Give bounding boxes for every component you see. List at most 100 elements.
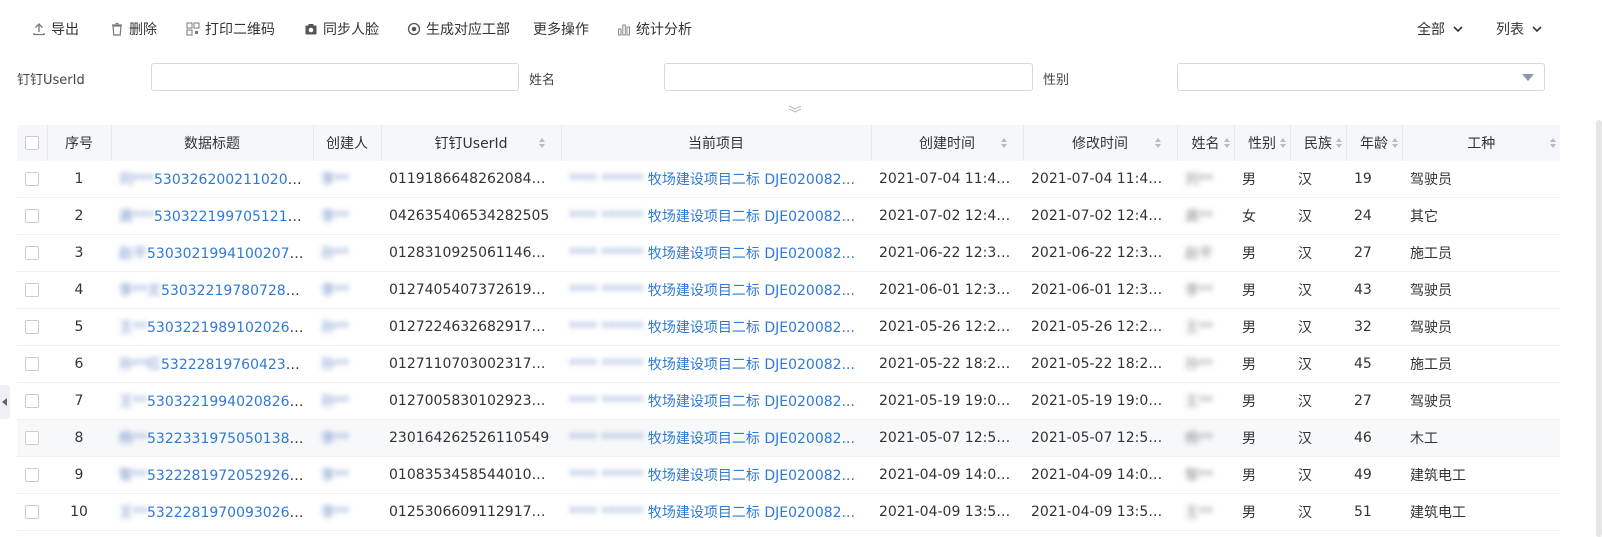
row-title-link[interactable]: 黎**532228197205292612 — [111, 456, 313, 494]
project-prefix-redacted: **** ****** — [569, 172, 644, 188]
col-trade-header[interactable]: 工种 — [1402, 125, 1560, 161]
row-title-link[interactable]: 刘***530326200211020336 — [111, 161, 313, 198]
row-title-link[interactable]: 赵平530302199410020754 — [111, 234, 313, 272]
row-creator[interactable]: 李** — [313, 271, 381, 309]
row-checkbox-cell[interactable] — [17, 271, 47, 309]
row-checkbox[interactable] — [25, 320, 39, 334]
row-creator[interactable]: 李** — [313, 493, 381, 531]
sort-icon[interactable] — [1391, 138, 1398, 148]
row-name: 王** — [1177, 493, 1234, 531]
row-userid: 01271107030023173484 — [381, 345, 561, 383]
row-modified: 2021-04-09 13:52:15 — [1023, 493, 1177, 531]
row-title-link[interactable]: 杨**532233197505013815 — [111, 419, 313, 457]
row-creator[interactable]: 李** — [313, 456, 381, 494]
row-checkbox-cell[interactable] — [17, 493, 47, 531]
sort-icon[interactable] — [1223, 138, 1230, 148]
row-checkbox[interactable] — [25, 209, 39, 223]
row-checkbox-cell[interactable] — [17, 161, 47, 198]
export-button[interactable]: 导出 — [32, 18, 79, 40]
sort-icon[interactable] — [1279, 138, 1286, 148]
row-checkbox-cell[interactable] — [17, 345, 47, 383]
row-checkbox-cell[interactable] — [17, 419, 47, 457]
col-created-header[interactable]: 创建时间 — [871, 125, 1024, 161]
row-title-link[interactable]: 王**530322198910202651 — [111, 308, 313, 346]
row-checkbox-cell[interactable] — [17, 308, 47, 346]
col-age-header[interactable]: 年龄 — [1346, 125, 1403, 161]
row-creator[interactable]: 李** — [313, 161, 381, 198]
stats-button[interactable]: 统计分析 — [617, 18, 692, 40]
table-row[interactable]: 3 赵平530302199410020754 孙** 0128310925061146… — [17, 234, 1560, 272]
row-trade: 驾驶员 — [1402, 308, 1560, 346]
row-creator[interactable]: 孙** — [313, 345, 381, 383]
delete-button[interactable]: 删除 — [110, 18, 157, 40]
dingtalk-filter-input[interactable] — [151, 63, 519, 91]
col-modified-header[interactable]: 修改时间 — [1023, 125, 1178, 161]
table-row[interactable]: 8 杨**532233197505013815 李** 230164262526110… — [17, 419, 1560, 457]
table-row[interactable]: 1 刘***530326200211020336 李** 01191866482620… — [17, 161, 1560, 198]
row-checkbox[interactable] — [25, 394, 39, 408]
row-checkbox-cell[interactable] — [17, 234, 47, 272]
row-project-link[interactable]: **** ****** 牧场建设项目二标 DJE020082... — [561, 271, 871, 309]
row-title-link[interactable]: 王**532228197009302633 — [111, 493, 313, 531]
table-row[interactable]: 10 王**532228197009302633 李** 01253066091129… — [17, 493, 1560, 531]
sort-icon[interactable] — [1154, 138, 1161, 148]
table-row[interactable]: 4 李**文530322197807281035 李** 01274054073726… — [17, 271, 1560, 309]
view-dropdown[interactable]: 列表 — [1496, 18, 1542, 40]
row-title-link[interactable]: 李**文530322197807281035 — [111, 271, 313, 309]
row-creator[interactable]: 孙** — [313, 234, 381, 272]
row-project-link[interactable]: **** ****** 牧场建设项目二标 DJE020082... — [561, 345, 871, 383]
row-creator[interactable]: 孙** — [313, 308, 381, 346]
col-gender-header[interactable]: 性别 — [1234, 125, 1291, 161]
sync-face-button[interactable]: 同步人脸 — [304, 18, 379, 40]
row-checkbox[interactable] — [25, 468, 39, 482]
more-actions-button[interactable]: 更多操作 — [533, 18, 589, 40]
row-project-link[interactable]: **** ****** 牧场建设项目二标 DJE020082... — [561, 419, 871, 457]
gen-worker-button[interactable]: 生成对应工部 — [407, 18, 510, 40]
row-project-link[interactable]: **** ****** 牧场建设项目二标 DJE020082... — [561, 308, 871, 346]
table-row[interactable]: 7 王**530322199402082635 孙** 012700583010292… — [17, 382, 1560, 420]
side-expand-tab[interactable] — [0, 385, 10, 419]
row-checkbox[interactable] — [25, 246, 39, 260]
col-userid-header[interactable]: 钉钉UserId — [381, 125, 562, 161]
table-row[interactable]: 2 龚***530322199705121929 李** 04263540653428… — [17, 197, 1560, 235]
row-age: 43 — [1346, 271, 1402, 309]
row-checkbox[interactable] — [25, 431, 39, 445]
table-header-row: 序号 数据标题 创建人 钉钉UserId 当前项目 创建时间 修改时间 姓名 性… — [17, 125, 1560, 161]
row-project-link[interactable]: **** ****** 牧场建设项目二标 DJE020082... — [561, 197, 871, 235]
row-title-link[interactable]: 孙**红532228197604230013 — [111, 345, 313, 383]
row-checkbox[interactable] — [25, 283, 39, 297]
row-checkbox-cell[interactable] — [17, 456, 47, 494]
row-checkbox-cell[interactable] — [17, 382, 47, 420]
row-checkbox-cell[interactable] — [17, 197, 47, 235]
collapse-chevron-icon[interactable] — [788, 104, 802, 114]
row-title-link[interactable]: 王**530322199402082635 — [111, 382, 313, 420]
row-project-link[interactable]: **** ****** 牧场建设项目二标 DJE020082... — [561, 493, 871, 531]
row-project-link[interactable]: **** ****** 牧场建设项目二标 DJE020082... — [561, 382, 871, 420]
row-checkbox[interactable] — [25, 172, 39, 186]
row-creator[interactable]: 李** — [313, 197, 381, 235]
name-filter-input[interactable] — [664, 63, 1033, 91]
row-checkbox[interactable] — [25, 505, 39, 519]
sort-icon[interactable] — [1550, 138, 1556, 148]
col-name-header[interactable]: 姓名 — [1177, 125, 1235, 161]
row-project-link[interactable]: **** ****** 牧场建设项目二标 DJE020082... — [561, 456, 871, 494]
sort-icon[interactable] — [538, 138, 545, 148]
scope-dropdown[interactable]: 全部 — [1417, 18, 1463, 40]
table-row[interactable]: 6 孙**红532228197604230013 孙** 01271107030023… — [17, 345, 1560, 383]
row-project-link[interactable]: **** ****** 牧场建设项目二标 DJE020082... — [561, 234, 871, 272]
row-creator[interactable]: 孙** — [313, 382, 381, 420]
gender-filter-select[interactable] — [1177, 63, 1545, 91]
select-all-header[interactable] — [17, 125, 48, 161]
vertical-scrollbar[interactable] — [1596, 120, 1602, 537]
row-project-link[interactable]: **** ****** 牧场建设项目二标 DJE020082... — [561, 161, 871, 198]
sort-icon[interactable] — [1000, 138, 1007, 148]
table-row[interactable]: 9 黎**532228197205292612 李** 010835345854401… — [17, 456, 1560, 494]
table-row[interactable]: 5 王**530322198910202651 孙** 012722463268291… — [17, 308, 1560, 346]
row-checkbox[interactable] — [25, 357, 39, 371]
row-creator[interactable]: 李** — [313, 419, 381, 457]
print-qr-button[interactable]: 打印二维码 — [186, 18, 275, 40]
row-title-link[interactable]: 龚***530322199705121929 — [111, 197, 313, 235]
sort-icon[interactable] — [1335, 138, 1342, 148]
select-all-checkbox[interactable] — [24, 136, 39, 150]
col-ethnicity-header[interactable]: 民族 — [1290, 125, 1347, 161]
